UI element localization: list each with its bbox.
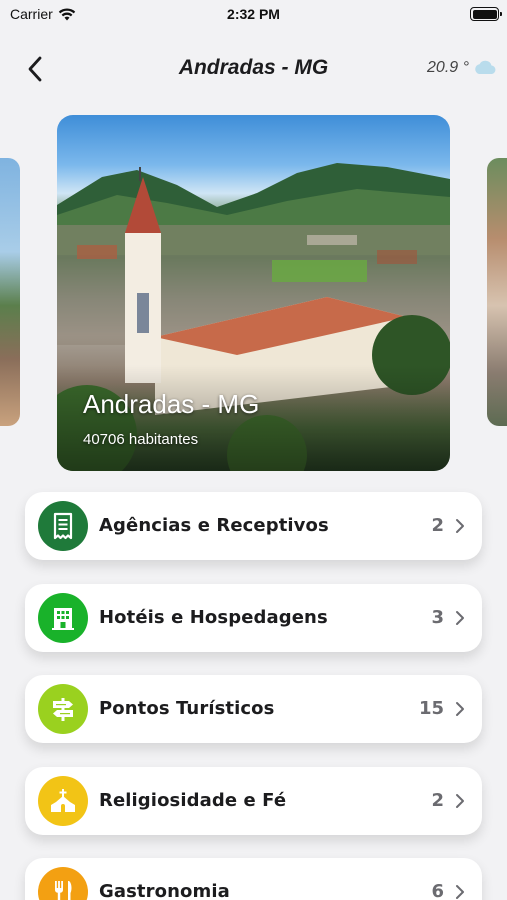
- carousel-card-previous[interactable]: [0, 158, 20, 426]
- temperature-label: 20.9 °: [427, 59, 469, 76]
- category-hoteis[interactable]: Hotéis e Hospedagens 3: [25, 584, 482, 652]
- city-card-population: 40706 habitantes: [83, 431, 199, 448]
- category-icon-badge: [38, 501, 88, 551]
- category-count: 6: [431, 881, 444, 900]
- navigation-bar: Andradas - MG 20.9 °: [0, 40, 507, 96]
- category-label: Hotéis e Hospedagens: [99, 607, 328, 628]
- category-religiosidade[interactable]: Religiosidade e Fé 2: [25, 767, 482, 835]
- category-label: Pontos Turísticos: [99, 698, 275, 719]
- receipt-icon: [53, 512, 73, 540]
- city-card[interactable]: Andradas - MG 40706 habitantes: [57, 115, 450, 471]
- fork-knife-icon: [55, 881, 72, 900]
- church-icon: [51, 789, 75, 812]
- category-count: 3: [431, 607, 444, 628]
- building-icon: [52, 608, 74, 630]
- status-time: 2:32 PM: [227, 6, 280, 22]
- battery-level: [472, 9, 497, 19]
- category-icon-badge: [38, 867, 88, 900]
- category-count: 2: [431, 790, 444, 811]
- category-label: Gastronomia: [99, 881, 230, 900]
- chevron-right-icon: [456, 885, 464, 899]
- category-label: Agências e Receptivos: [99, 515, 329, 536]
- battery-icon: [470, 7, 502, 21]
- category-icon-badge: [38, 593, 88, 643]
- chevron-right-icon: [456, 702, 464, 716]
- category-count: 15: [418, 698, 444, 719]
- city-card-title: Andradas - MG: [83, 389, 260, 419]
- chevron-right-icon: [456, 519, 464, 533]
- category-label: Religiosidade e Fé: [99, 790, 287, 811]
- chevron-right-icon: [456, 794, 464, 808]
- weather-indicator: 20.9 °: [427, 59, 497, 77]
- category-pontos-turisticos[interactable]: Pontos Turísticos 15: [25, 675, 482, 743]
- category-gastronomia[interactable]: Gastronomia 6: [25, 858, 482, 900]
- category-agencias[interactable]: Agências e Receptivos 2: [25, 492, 482, 560]
- category-count: 2: [431, 515, 444, 536]
- carousel-card-next[interactable]: [487, 158, 507, 426]
- city-carousel[interactable]: Andradas - MG 40706 habitantes: [0, 115, 507, 471]
- chevron-right-icon: [456, 611, 464, 625]
- category-icon-badge: [38, 776, 88, 826]
- battery-cap: [500, 12, 502, 16]
- status-bar: Carrier 2:32 PM: [0, 0, 507, 30]
- signpost-icon: [53, 698, 73, 721]
- category-icon-badge: [38, 684, 88, 734]
- cloud-icon: [475, 60, 496, 74]
